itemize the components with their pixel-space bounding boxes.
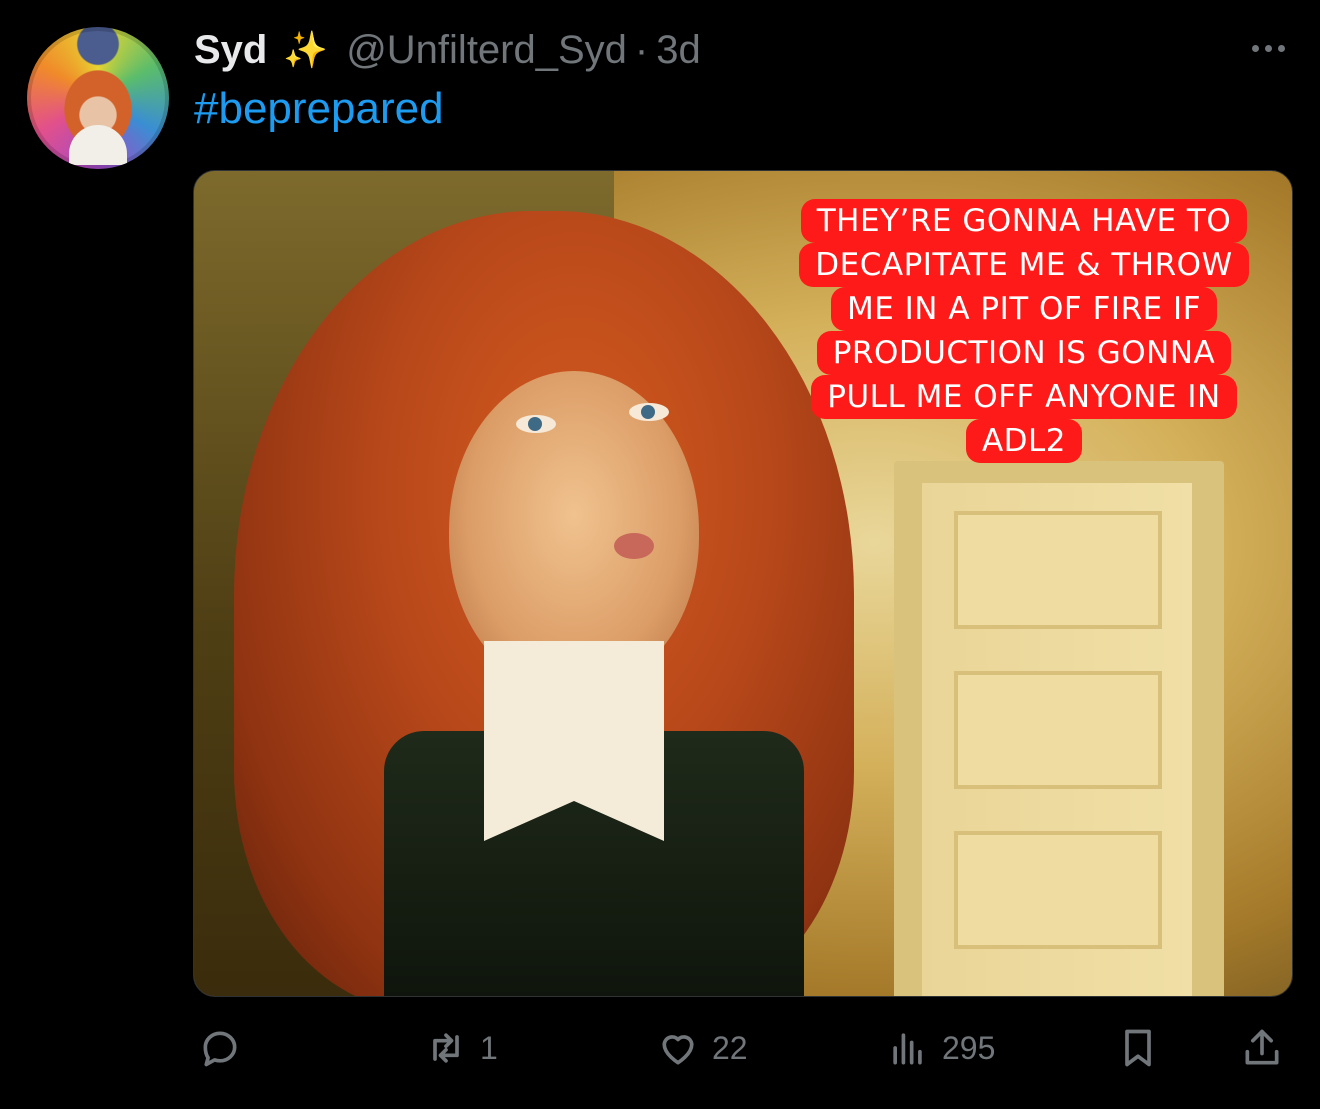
reply-icon (203, 1031, 237, 1067)
caption-line: ADL2 (965, 419, 1083, 463)
reply-button[interactable] (198, 1020, 254, 1076)
photo-mouth (614, 533, 654, 559)
display-name[interactable]: Syd (194, 28, 267, 73)
tweet-actions: 1 22 295 (0, 1020, 1320, 1076)
share-button[interactable] (1240, 1020, 1284, 1076)
tweet: Syd ✨ @Unfilterd_Syd · 3d #beprepared TH… (0, 0, 1320, 1109)
caption-line: PRODUCTION IS GONNA (816, 331, 1232, 375)
avatar-figure (69, 125, 127, 165)
photo-door-panel (954, 511, 1162, 629)
story-caption: THEY’RE GONNA HAVE TO DECAPITATE ME & TH… (774, 199, 1274, 463)
separator-dot: · (634, 27, 649, 72)
photo-eye (516, 415, 556, 433)
more-options-icon[interactable] (1240, 28, 1296, 68)
heart-icon (662, 1035, 694, 1065)
caption-line: DECAPITATE ME & THROW (799, 243, 1249, 287)
avatar[interactable] (27, 27, 169, 169)
share-icon (1245, 1029, 1279, 1065)
sparkles-icon: ✨ (283, 29, 329, 70)
photo-door-panel (954, 831, 1162, 949)
like-count: 22 (712, 1029, 748, 1066)
views-count: 295 (942, 1029, 996, 1066)
hashtag-link[interactable]: #beprepared (194, 84, 444, 134)
bookmark-icon (1125, 1029, 1151, 1067)
bookmark-button[interactable] (1116, 1020, 1160, 1076)
analytics-icon (893, 1033, 922, 1065)
tweet-media-image[interactable]: THEY’RE GONNA HAVE TO DECAPITATE ME & TH… (193, 170, 1293, 997)
tweet-header: Syd ✨ @Unfilterd_Syd · 3d (194, 22, 701, 78)
caption-line: THEY’RE GONNA HAVE TO (800, 199, 1248, 243)
photo-eye (629, 403, 669, 421)
caption-line: PULL ME OFF ANYONE IN (811, 375, 1237, 419)
views-button[interactable]: 295 (886, 1020, 995, 1076)
timestamp[interactable]: 3d (656, 28, 701, 73)
retweet-button[interactable]: 1 (424, 1020, 498, 1076)
like-button[interactable]: 22 (656, 1020, 748, 1076)
photo-door-panel (954, 671, 1162, 789)
caption-line: ME IN A PIT OF FIRE IF (830, 287, 1218, 331)
retweet-icon (433, 1033, 459, 1063)
user-handle[interactable]: @Unfilterd_Syd (346, 28, 627, 73)
retweet-count: 1 (480, 1029, 498, 1066)
